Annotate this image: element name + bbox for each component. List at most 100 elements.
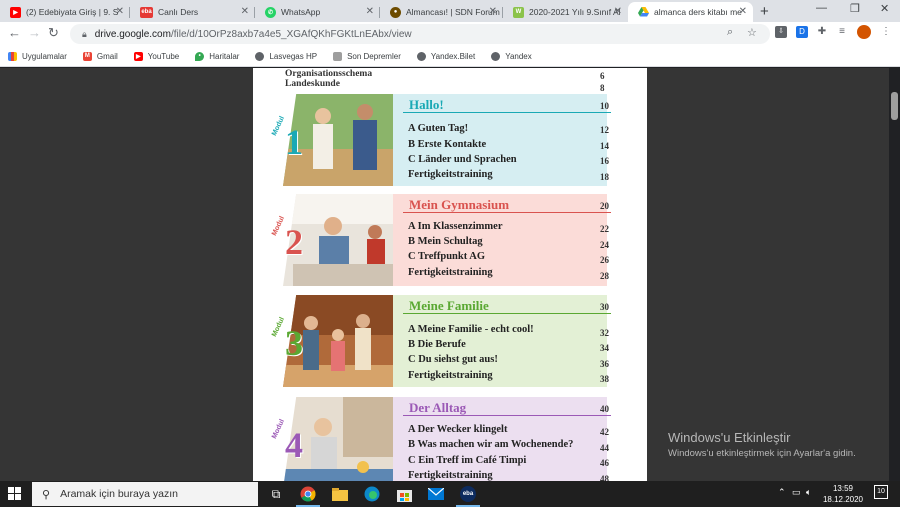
d-extension-icon[interactable]: D [796, 26, 808, 38]
lesson-entry: Fertigkeitstraining [408, 470, 493, 481]
close-window-button[interactable]: ✕ [880, 2, 889, 15]
toc-page-number: 8 [600, 83, 605, 93]
tab-whatsapp[interactable]: ✆ WhatsApp ✕ [255, 2, 380, 22]
bookmark-uygulamalar[interactable]: Uygulamalar [8, 51, 67, 61]
lesson-entry: B Erste Kontakte [408, 139, 487, 150]
edge-icon[interactable] [358, 484, 386, 504]
bookmark-lasvegas-hp[interactable]: Lasvegas HP [255, 51, 317, 61]
lesson-page: 48 [600, 474, 609, 481]
youtube-icon: ▶ [10, 6, 21, 18]
modul-label: Modul [271, 418, 287, 440]
browser-toolbar: ← → ↻ 🔒︎ drive.google.com/file/d/10OrPz8… [0, 22, 900, 46]
bookmark-icon [333, 51, 343, 61]
show-hidden-icons-icon[interactable]: ⌃ [778, 487, 786, 498]
lesson-page: 12 [600, 125, 609, 135]
new-tab-button[interactable]: + [760, 3, 769, 20]
bookmark-yandex-bilet[interactable]: Yandex.Bilet [416, 51, 475, 61]
search-icon: ⚲ [42, 488, 51, 501]
close-icon[interactable]: ✕ [366, 6, 374, 17]
address-bar[interactable]: 🔒︎ drive.google.com/file/d/10OrPz8axb7a4… [70, 24, 770, 44]
lesson-page: 44 [600, 443, 609, 453]
modul-title-page: 10 [600, 101, 609, 111]
bookmark-gmail[interactable]: M Gmail [82, 51, 118, 61]
modul-number: 3 [285, 323, 303, 363]
task-view-icon[interactable]: ⧉ [262, 484, 290, 504]
notification-center-icon[interactable]: 10 [874, 485, 888, 499]
media-queue-icon[interactable]: ≡ [836, 26, 848, 38]
bookmark-star-icon[interactable]: ☆ [747, 26, 757, 39]
back-button[interactable]: ← [8, 25, 21, 40]
lesson-page: 42 [600, 427, 609, 437]
system-clock[interactable]: 13:59 18.12.2020 [818, 483, 868, 505]
globe-icon [416, 51, 426, 61]
zoom-icon[interactable]: ⌕ [727, 26, 733, 39]
globe-icon [255, 51, 265, 61]
modul-title-page: 40 [600, 404, 609, 414]
gmail-icon: M [82, 51, 92, 61]
lesson-page: 26 [600, 255, 609, 265]
tab-sdn-forum[interactable]: ● Almancası! | SDN Forum ✕ [380, 2, 503, 22]
bookmark-haritalar[interactable]: • Haritalar [195, 51, 239, 61]
lesson-entry: B Was machen wir am Wochenende? [408, 439, 574, 450]
mail-icon[interactable] [422, 484, 450, 504]
modul-number: 1 [285, 122, 303, 162]
minimize-button[interactable]: — [816, 2, 827, 14]
windows-activation-watermark: Windows'u Etkinleştir Windows'u etkinleş… [668, 430, 856, 459]
lock-icon: 🔒︎ [82, 28, 87, 39]
modul-1: Modul 1 Hallo! 10 A Guten Tag! 12 B Erst… [271, 94, 629, 186]
modul-label: Modul [271, 115, 287, 137]
lesson-entry: C Treffpunkt AG [408, 251, 486, 262]
tab-canli-ders[interactable]: eba Canlı Ders ✕ [130, 2, 255, 22]
close-icon[interactable]: ✕ [241, 6, 249, 17]
globe-icon [491, 51, 501, 61]
lesson-entry: C Länder und Sprachen [408, 154, 517, 165]
modul-rule [403, 313, 611, 314]
reload-button[interactable]: ↻ [48, 25, 59, 41]
lesson-entry: A Meine Familie - echt cool! [408, 324, 534, 335]
bookmark-son-depremler[interactable]: Son Depremler [333, 51, 401, 61]
close-icon[interactable]: ✕ [739, 6, 747, 17]
volume-icon[interactable]: 🔈︎ [806, 487, 811, 498]
network-icon[interactable]: ▭ [792, 487, 801, 498]
close-icon[interactable]: ✕ [614, 6, 622, 17]
lesson-page: 18 [600, 172, 609, 182]
tab-almanca-ders-kitabi[interactable]: almanca ders kitabı me ✕ [628, 2, 753, 22]
eba-app-icon[interactable]: eba [454, 484, 482, 507]
taskbar-search-box[interactable]: ⚲ Aramak için buraya yazın [32, 482, 258, 506]
bookmark-yandex[interactable]: Yandex [491, 51, 532, 61]
chrome-icon[interactable] [294, 484, 322, 507]
modul-title: Der Alltag [409, 400, 467, 415]
store-icon[interactable] [390, 484, 418, 504]
file-explorer-icon[interactable] [326, 484, 354, 504]
lesson-page: 46 [600, 458, 609, 468]
extension-icon[interactable]: ⇩ [775, 26, 787, 38]
lesson-entry: A Im Klassenzimmer [408, 221, 503, 232]
lesson-page: 24 [600, 240, 609, 250]
close-icon[interactable]: ✕ [116, 6, 124, 17]
sdn-icon: ● [390, 6, 401, 18]
forward-button[interactable]: → [28, 25, 41, 40]
modul-title: Meine Familie [409, 298, 489, 313]
pdf-viewer: Organisationsschema 6 Landeskunde 8 Modu… [0, 68, 900, 481]
bookmark-youtube[interactable]: ▶ YouTube [133, 51, 179, 61]
maximize-button[interactable]: ❐ [850, 2, 860, 15]
toc-entry-organisationsschema: Organisationsschema [285, 69, 373, 79]
windows-start-icon[interactable] [8, 487, 21, 500]
scrollbar-thumb[interactable] [891, 92, 898, 120]
modul-2: Modul 2 Mein Gymnasium 20 A Im Klassenzi… [271, 194, 629, 286]
lesson-page: 32 [600, 328, 609, 338]
avatar[interactable] [857, 25, 871, 39]
modul-label: Modul [271, 316, 287, 338]
tab-2020-2021[interactable]: W 2020-2021 Yılı 9.Sınıf Al ✕ [503, 2, 628, 22]
close-icon[interactable]: ✕ [489, 6, 497, 17]
document-page[interactable]: Organisationsschema 6 Landeskunde 8 Modu… [253, 68, 647, 481]
viewer-scrollbar[interactable] [889, 68, 900, 481]
toc-entry-landeskunde: Landeskunde [285, 79, 340, 89]
lesson-entry: A Der Wecker klingelt [408, 424, 508, 435]
modul-number: 2 [285, 222, 303, 262]
lesson-entry: C Du siehst gut aus! [408, 354, 498, 365]
tab-edebiyat[interactable]: ▶ (2) Edebiyata Giriş | 9. S ✕ [0, 2, 130, 22]
menu-icon[interactable]: ⋮ [880, 26, 892, 38]
lesson-entry: Fertigkeitstraining [408, 370, 493, 381]
puzzle-extensions-icon[interactable]: ✚ [816, 26, 828, 38]
